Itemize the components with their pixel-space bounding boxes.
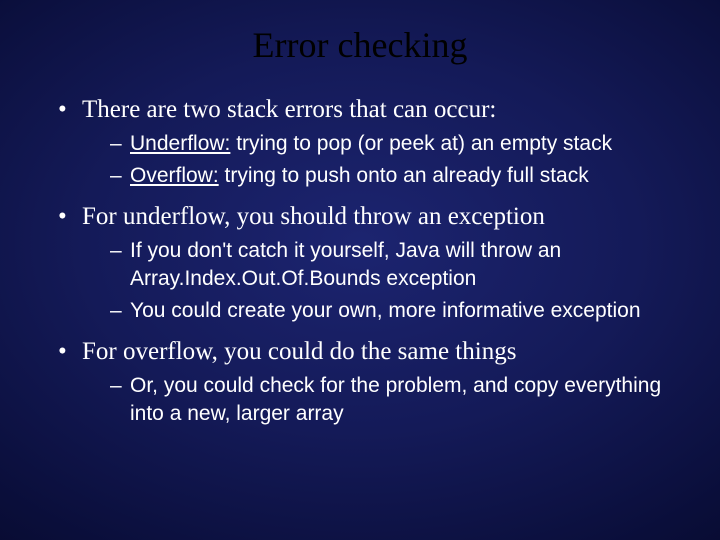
bullet-1-sublist: Underflow: trying to pop (or peek at) an… <box>82 130 690 191</box>
bullet-1: There are two stack errors that can occu… <box>58 94 690 191</box>
bullet-2-text: For underflow, you should throw an excep… <box>82 203 545 230</box>
bullet-2-sub-1-pre: If you don't catch it yourself, Java wil… <box>130 239 561 262</box>
bullet-3-sub-1: Or, you could check for the problem, and… <box>110 372 690 429</box>
bullet-2-sublist: If you don't catch it yourself, Java wil… <box>82 237 690 326</box>
bullet-1-sub-2: Overflow: trying to push onto an already… <box>110 162 690 190</box>
bullet-3-sub-1-text: Or, you could check for the problem, and… <box>130 374 661 425</box>
bullet-3-text: For overflow, you could do the same thin… <box>82 338 516 365</box>
bullet-2-sub-2: You could create your own, more informat… <box>110 297 690 325</box>
slide: Error checking There are two stack error… <box>0 0 720 540</box>
bullet-2-sub-1: If you don't catch it yourself, Java wil… <box>110 237 690 294</box>
bullet-3: For overflow, you could do the same thin… <box>58 336 690 429</box>
bullet-1-text: There are two stack errors that can occu… <box>82 96 496 123</box>
content-list: There are two stack errors that can occu… <box>30 94 690 428</box>
overflow-term: Overflow: <box>130 164 219 187</box>
exception-code: Array.Index.Out.Of.Bounds <box>130 267 381 290</box>
underflow-term: Underflow: <box>130 132 230 155</box>
bullet-2-sub-1-post: exception <box>381 267 477 290</box>
slide-title: Error checking <box>30 24 690 66</box>
bullet-2: For underflow, you should throw an excep… <box>58 201 690 326</box>
bullet-2-sub-2-text: You could create your own, more informat… <box>130 299 641 322</box>
bullet-1-sub-1: Underflow: trying to pop (or peek at) an… <box>110 130 690 158</box>
bullet-1-sub-1-rest: trying to pop (or peek at) an empty stac… <box>230 132 612 155</box>
bullet-3-sublist: Or, you could check for the problem, and… <box>82 372 690 429</box>
bullet-1-sub-2-rest: trying to push onto an already full stac… <box>219 164 589 187</box>
